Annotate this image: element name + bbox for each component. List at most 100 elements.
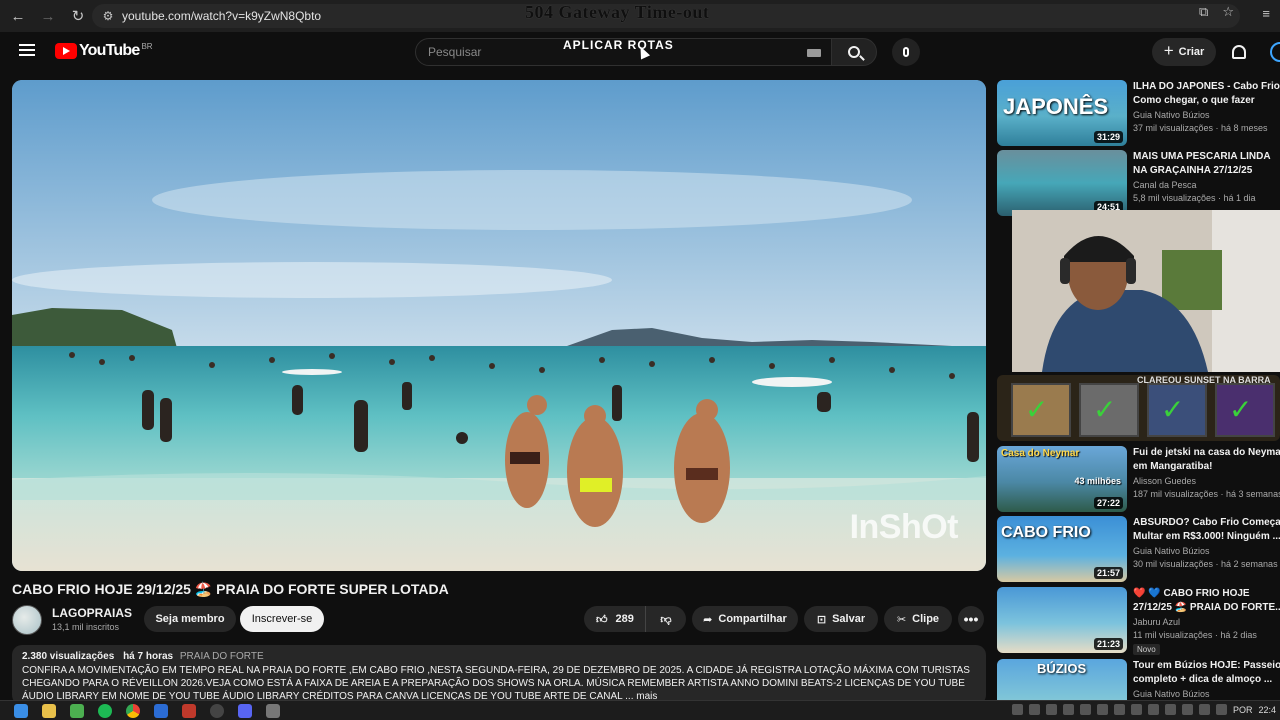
site-settings-icon[interactable]: ⚙ [96,9,120,23]
video-thumbnail[interactable]: 24:51 [997,150,1127,216]
video-thumbnail[interactable]: CABO FRIO 21:57 [997,516,1127,582]
url-text[interactable]: youtube.com/watch?v=k9yZwN8Qbto [122,9,321,23]
recommendation-stats: 30 mil visualizações · há 2 semanas [1133,559,1278,569]
channel-avatar[interactable] [12,605,42,635]
clip-label: Clipe [912,613,940,625]
back-icon[interactable]: ← [6,4,30,28]
plus-icon: + [1163,41,1174,60]
hamburger-menu-icon[interactable] [19,44,35,56]
video-duration: 27:22 [1093,497,1123,509]
tray-icon[interactable] [1164,704,1176,715]
recommendation-item[interactable]: 24:51 MAIS UMA PESCARIA LINDA NA GRAÇAINH… [997,150,1280,216]
tray-icon[interactable] [1198,704,1210,715]
dislike-button[interactable]: 👎︎ [646,613,686,626]
thumbnail-text: CABO FRIO [1001,524,1091,541]
description-text: CONFIRA A MOVIMENTAÇÃO EM TEMPO REAL NA … [22,665,970,702]
recommendation-channel: Guia Nativo Búzios [1133,110,1210,120]
recommendation-stats: 5,8 mil visualizações · há 1 dia [1133,193,1256,203]
gateway-error-overlay: 504 Gateway Time-out [525,2,710,22]
notifications-bell-icon[interactable] [1232,45,1246,59]
tray-icon[interactable] [1028,704,1040,715]
description-box[interactable]: 2.380 visualizações há 7 horas PRAIA DO … [12,645,986,705]
video-tag[interactable]: PRAIA DO FORTE [180,651,264,662]
keyboard-icon[interactable] [807,49,821,57]
checkmark-icon: ✓ [1229,394,1253,425]
webcam-feed [1012,210,1280,372]
title-line: MAIS UMA PESCARIA LINDA [1133,151,1271,162]
recommendation-title: Fui de jetski na casa do Neymar em Mangar… [1133,446,1280,474]
bookmark-icon: ⊡ [816,613,827,626]
forward-icon[interactable]: → [36,4,60,28]
app-icon[interactable] [154,703,168,718]
join-button[interactable]: Seja membro [144,606,236,632]
bookmark-star-icon[interactable]: ☆ [1222,4,1234,20]
video-thumbnail[interactable]: BÚZIOS [997,659,1127,700]
file-explorer-icon[interactable] [42,703,56,718]
checkmark-icon: ✓ [1093,394,1117,425]
youtube-play-icon [55,43,77,59]
create-label: Criar [1178,46,1205,58]
search-button[interactable] [831,38,877,66]
like-dislike-group: 👍︎ 289 👎︎ [584,606,686,632]
video-player[interactable]: InShOt [12,80,986,571]
tray-icon[interactable] [1215,704,1227,715]
video-thumbnail[interactable]: 21:23 [997,587,1127,653]
channel-name[interactable]: LAGOPRAIAS [52,606,132,620]
recommendation-title: MAIS UMA PESCARIA LINDA NA GRAÇAINHA 27/1… [1133,150,1280,178]
tray-icon[interactable] [1147,704,1159,715]
tray-icon[interactable] [1045,704,1057,715]
clip-button[interactable]: ✂ Clipe [884,606,952,632]
obs-icon[interactable] [210,703,224,718]
chrome-icon[interactable] [126,703,140,718]
recycle-icon[interactable] [70,703,84,718]
video-duration: 21:57 [1093,567,1123,579]
video-thumbnail[interactable]: JAPONÊS 31:29 [997,80,1127,146]
tray-icon[interactable] [1079,704,1091,715]
title-line: ILHA DO JAPONES - Cabo Frio [1133,81,1280,92]
spotify-icon[interactable] [98,703,112,718]
recommendation-item[interactable]: BÚZIOS Tour em Búzios HOJE: Passeio compl… [997,659,1280,700]
cast-icon[interactable]: ⧉ [1199,4,1208,20]
share-button[interactable]: ➦ Compartilhar [692,606,798,632]
title-line: Como chegar, o que fazer [1133,95,1255,106]
title-line: 27/12/25 🏖️ PRAIA DO FORTE... [1133,602,1280,613]
reload-icon[interactable]: ↻ [66,4,90,28]
like-count: 289 [615,613,634,625]
tray-icon[interactable] [1130,704,1142,715]
video-title: CABO FRIO HOJE 29/12/25 🏖️ PRAIA DO FORT… [12,581,449,597]
tray-icon[interactable] [1011,704,1023,715]
tray-icon[interactable] [1096,704,1108,715]
save-button[interactable]: ⊡ Salvar [804,606,878,632]
recommendation-item[interactable]: 21:23 ❤️ 💙 CABO FRIO HOJE 27/12/25 🏖️ PRA… [997,587,1280,655]
os-taskbar: POR 22:4 [0,700,1280,720]
subscribe-button[interactable]: Inscrever-se [240,606,324,632]
youtube-logo[interactable]: YouTube BR [55,42,153,60]
recommendation-channel: Canal da Pesca [1133,180,1197,190]
title-line: ABSURDO? Cabo Frio Começa [1133,517,1280,528]
recommendation-item[interactable]: CABO FRIO 21:57 ABSURDO? Cabo Frio Começ… [997,516,1280,582]
clock[interactable]: 22:4 [1258,705,1276,715]
create-button[interactable]: + Criar [1152,38,1216,66]
like-button[interactable]: 👍︎ 289 [584,606,646,632]
tray-icon[interactable] [1062,704,1074,715]
recommendation-item[interactable]: JAPONÊS 31:29 ILHA DO JAPONES - Cabo Fri… [997,80,1280,146]
recommendation-stats: 11 mil visualizações · há 2 dias [1133,630,1257,640]
recommendation-channel: Jaburu Azul [1133,617,1181,627]
windows-start-icon[interactable] [14,703,28,718]
video-thumbnail[interactable]: Casa do Neymar 43 milhões 27:22 [997,446,1127,512]
more-actions-icon[interactable]: ••• [958,606,984,632]
video-thumbnail[interactable]: CLAREOU SUNSET NA BARRA ✓ ✓ ✓ ✓ [997,375,1280,441]
voice-search-button[interactable] [892,38,920,66]
search-icon [848,46,860,58]
tray-icon[interactable] [1181,704,1193,715]
language-indicator[interactable]: POR [1233,705,1253,715]
discord-icon[interactable] [238,703,252,718]
checkmark-icon: ✓ [1161,394,1185,425]
recommendation-title: Tour em Búzios HOJE: Passeio completo + d… [1133,659,1280,687]
reading-list-icon[interactable]: ≡ [1262,6,1270,21]
tray-icon[interactable] [1113,704,1125,715]
account-avatar[interactable] [1270,42,1280,62]
app-icon[interactable] [182,703,196,718]
app-icon[interactable] [266,703,280,718]
recommendation-item[interactable]: Casa do Neymar 43 milhões 27:22 Fui de j… [997,446,1280,512]
